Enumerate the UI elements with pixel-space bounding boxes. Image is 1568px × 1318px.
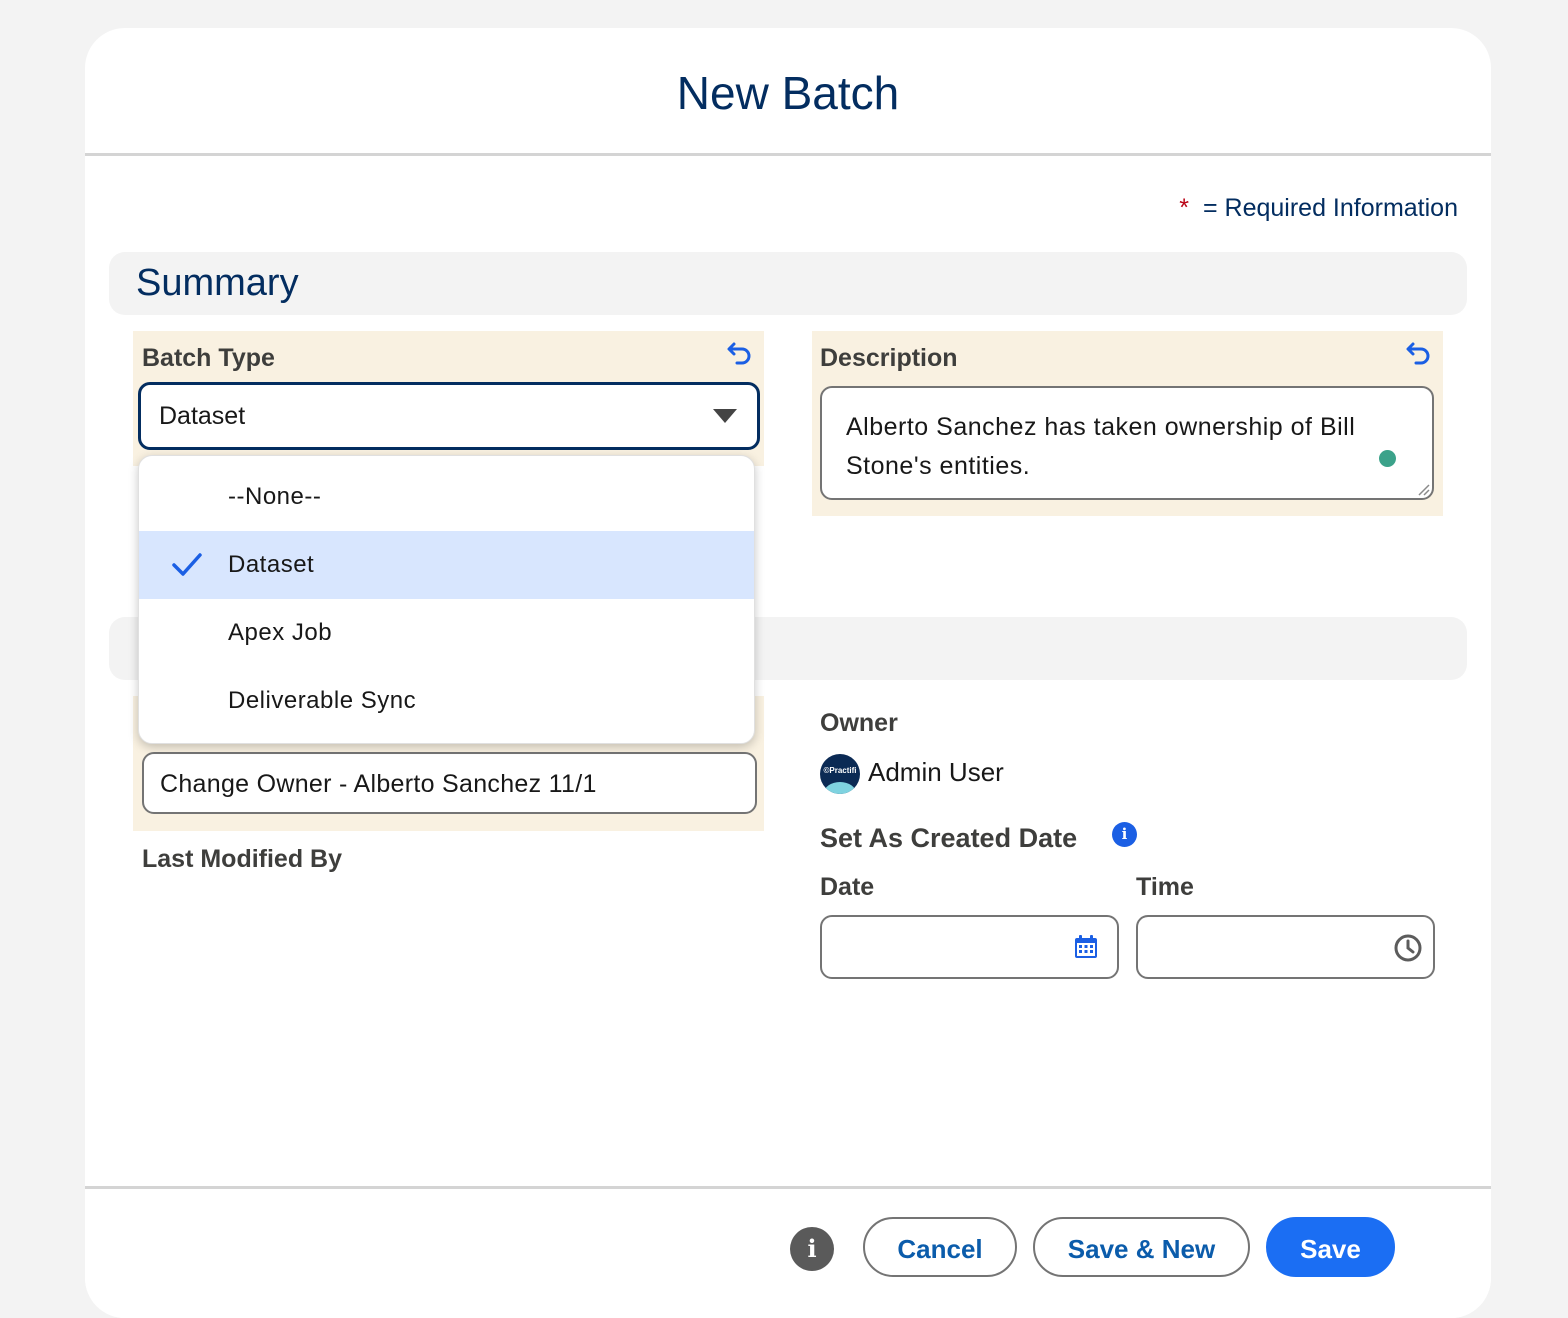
option-apex-job[interactable]: Apex Job: [139, 599, 754, 667]
time-label: Time: [1136, 873, 1194, 901]
option-deliverable-sync[interactable]: Deliverable Sync: [139, 667, 754, 735]
option-none[interactable]: --None--: [139, 463, 754, 531]
undo-icon[interactable]: [1404, 338, 1434, 368]
cancel-button[interactable]: Cancel: [863, 1217, 1017, 1277]
save-and-new-button[interactable]: Save & New: [1033, 1217, 1250, 1277]
summary-section-header[interactable]: Summary: [109, 252, 1467, 315]
check-icon: [172, 553, 202, 576]
modal-header: New Batch: [85, 28, 1491, 156]
resize-grip-icon[interactable]: [1414, 480, 1430, 496]
option-label: --None--: [228, 483, 322, 510]
summary-section-title: Summary: [136, 262, 299, 304]
description-value: Alberto Sanchez has taken ownership of B…: [846, 413, 1356, 480]
clock-icon[interactable]: [1393, 933, 1423, 963]
option-label: Dataset: [228, 551, 315, 578]
owner-name-link[interactable]: Admin User: [868, 757, 1004, 788]
set-as-created-date-label: Set As Created Date: [820, 823, 1078, 853]
owner-label: Owner: [820, 709, 898, 737]
undo-icon[interactable]: [725, 338, 755, 368]
required-information-note: * = Required Information: [1179, 194, 1458, 223]
batch-name-input[interactable]: Change Owner - Alberto Sanchez 11/1: [142, 752, 757, 814]
required-asterisk: *: [1179, 194, 1189, 222]
last-modified-by-label: Last Modified By: [142, 845, 343, 873]
batch-name-value: Change Owner - Alberto Sanchez 11/1: [160, 770, 597, 798]
avatar-globe: [824, 782, 856, 794]
info-icon[interactable]: i: [1112, 822, 1137, 847]
option-dataset[interactable]: Dataset: [139, 531, 754, 599]
new-batch-modal: New Batch * = Required Information Summar…: [85, 28, 1491, 1318]
batch-type-label: Batch Type: [142, 344, 275, 372]
description-label: Description: [820, 344, 958, 372]
calendar-icon[interactable]: [1073, 934, 1099, 960]
batch-type-listbox: --None-- Dataset Apex Job Deliverable Sy…: [138, 455, 755, 744]
option-label: Deliverable Sync: [228, 687, 417, 714]
modal-footer: i Cancel Save & New Save: [85, 1186, 1491, 1318]
description-textarea[interactable]: Alberto Sanchez has taken ownership of B…: [820, 386, 1434, 500]
grammar-status-dot[interactable]: [1379, 450, 1396, 467]
chevron-down-icon[interactable]: [713, 409, 737, 423]
date-input[interactable]: [820, 915, 1119, 979]
option-label: Apex Job: [228, 619, 333, 646]
batch-type-value: Dataset: [159, 402, 246, 430]
save-button[interactable]: Save: [1266, 1217, 1395, 1277]
date-label: Date: [820, 873, 875, 901]
avatar-logo-text: ©Practifi: [823, 766, 857, 775]
info-icon[interactable]: i: [790, 1227, 834, 1271]
time-input[interactable]: [1136, 915, 1435, 979]
avatar[interactable]: ©Practifi: [820, 754, 860, 794]
batch-type-combobox[interactable]: Dataset: [138, 382, 760, 450]
modal-title: New Batch: [676, 67, 900, 119]
required-information-text: = Required Information: [1202, 194, 1458, 222]
